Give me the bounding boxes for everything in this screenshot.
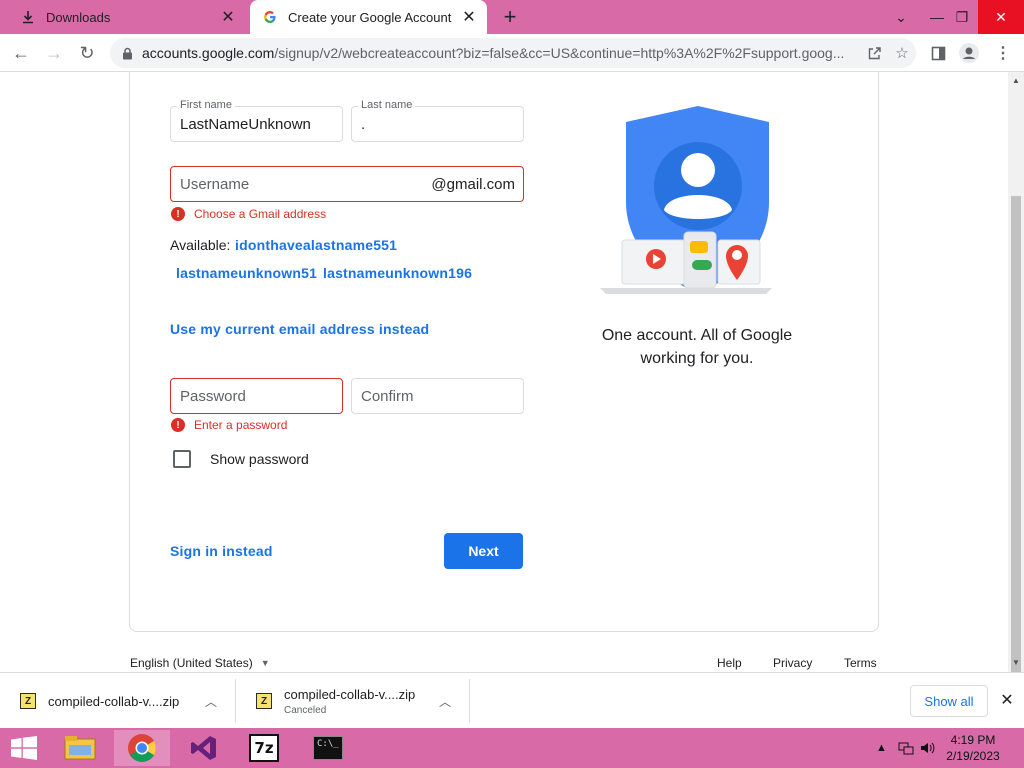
menu-kebab-icon[interactable]: ⋮: [992, 42, 1014, 64]
tab-strip: Downloads ✕ Create your Google Account ✕…: [0, 0, 1024, 34]
download-icon: [20, 9, 36, 25]
network-icon[interactable]: [898, 728, 914, 768]
error-icon: !: [171, 418, 185, 432]
volume-icon[interactable]: [920, 728, 936, 768]
download-item[interactable]: Z compiled-collab-v....zip ︿: [0, 679, 236, 723]
show-password-checkbox[interactable]: [173, 450, 191, 468]
tray-expand-icon[interactable]: ▲: [876, 728, 887, 768]
address-bar[interactable]: accounts.google.com/signup/v2/webcreatea…: [110, 38, 916, 68]
suggestion-link[interactable]: lastnameunknown51: [176, 265, 317, 281]
use-current-email-link[interactable]: Use my current email address instead: [170, 321, 429, 337]
scroll-down-icon[interactable]: ▼: [1012, 658, 1020, 667]
suggestion-link[interactable]: idonthavealastname551: [235, 237, 397, 253]
gmail-suffix: @gmail.com: [431, 175, 515, 193]
google-icon: [262, 9, 278, 25]
close-icon[interactable]: ✕: [459, 7, 479, 27]
last-name-field[interactable]: Last name .: [351, 99, 524, 142]
url-host: accounts.google.com: [142, 45, 275, 61]
language-label: English (United States): [130, 656, 253, 670]
close-icon[interactable]: ✕: [996, 689, 1018, 711]
download-status: Canceled: [284, 704, 327, 716]
account-shield-illustration: [600, 106, 772, 294]
first-name-label: First name: [177, 99, 235, 111]
username-error: ! Choose a Gmail address: [171, 207, 326, 221]
username-field[interactable]: Username @gmail.com: [170, 166, 524, 202]
show-password-label[interactable]: Show password: [210, 451, 309, 467]
zip-file-icon: Z: [256, 693, 272, 709]
profile-icon[interactable]: [958, 42, 980, 64]
username-placeholder: Username: [180, 175, 250, 193]
confirm-password-field[interactable]: Confirm: [351, 378, 524, 414]
password-error-text: Enter a password: [194, 418, 288, 432]
privacy-link[interactable]: Privacy: [773, 656, 812, 670]
download-item[interactable]: Z compiled-collab-v....zip Canceled ︿: [236, 679, 470, 723]
last-name-value: .: [361, 115, 366, 133]
side-panel-icon[interactable]: [927, 42, 949, 64]
visual-studio-icon[interactable]: [176, 730, 232, 766]
url-path: /signup/v2/webcreateaccount?biz=false&cc…: [274, 45, 845, 61]
confirm-placeholder: Confirm: [361, 387, 414, 405]
help-link[interactable]: Help: [717, 656, 742, 670]
error-icon: !: [171, 207, 185, 221]
password-error: ! Enter a password: [171, 418, 287, 432]
star-icon[interactable]: ☆: [888, 39, 916, 67]
forward-icon[interactable]: →: [41, 40, 67, 66]
browser-toolbar: ← → ↻ accounts.google.com/signup/v2/webc…: [0, 34, 1024, 72]
tab-title: Create your Google Account: [288, 9, 452, 25]
show-all-button[interactable]: Show all: [910, 685, 988, 717]
close-icon[interactable]: ✕: [218, 7, 238, 27]
tagline-line-1: One account. All of Google: [601, 327, 793, 344]
suggestion-link[interactable]: lastnameunknown196: [323, 265, 472, 281]
window-close-button[interactable]: ✕: [978, 0, 1024, 34]
tagline-line-2: working for you.: [640, 350, 754, 367]
tab-search-chevron-icon[interactable]: ⌄: [882, 0, 920, 34]
zip-file-icon: Z: [20, 693, 36, 709]
restore-icon[interactable]: ❐: [943, 0, 981, 34]
clock-date: 2/19/2023: [946, 749, 1000, 763]
download-shelf: Z compiled-collab-v....zip ︿ Z compiled-…: [0, 672, 1024, 728]
sign-in-instead-link[interactable]: Sign in instead: [170, 543, 273, 559]
scroll-up-icon[interactable]: ▲: [1012, 76, 1020, 85]
chevron-up-icon[interactable]: ︿: [205, 693, 217, 710]
system-clock[interactable]: 4:19 PM 2/19/2023: [940, 732, 1006, 764]
windows-taskbar: 7z C:\_ ▲ 4:19 PM 2/19/2023: [0, 728, 1024, 768]
caret-down-icon: ▼: [260, 658, 270, 668]
download-filename: compiled-collab-v....zip: [284, 686, 416, 702]
tab-title: Downloads: [46, 9, 111, 25]
language-selector[interactable]: English (United States) ▼: [130, 656, 270, 670]
chrome-icon[interactable]: [114, 730, 170, 766]
scrollbar-thumb[interactable]: [1011, 196, 1021, 708]
password-placeholder: Password: [180, 387, 246, 405]
tab-downloads[interactable]: Downloads ✕: [8, 0, 246, 34]
terms-link[interactable]: Terms: [844, 656, 877, 670]
clock-time: 4:19 PM: [950, 733, 996, 747]
tagline: One account. All of Google working for y…: [590, 324, 804, 370]
page-scrollbar[interactable]: ▲ ▼: [1008, 72, 1024, 708]
password-field[interactable]: Password: [170, 378, 343, 414]
reload-icon[interactable]: ↻: [74, 40, 100, 66]
page-viewport: First name LastNameUnknown Last name . U…: [0, 72, 1008, 672]
command-prompt-icon[interactable]: C:\_: [300, 730, 356, 766]
start-windows-icon[interactable]: [0, 730, 48, 766]
lock-icon[interactable]: [120, 46, 134, 60]
new-tab-button[interactable]: +: [498, 4, 522, 29]
url-text[interactable]: accounts.google.com/signup/v2/webcreatea…: [142, 45, 860, 61]
7zip-icon[interactable]: 7z: [236, 730, 292, 766]
next-button[interactable]: Next: [444, 533, 523, 569]
username-error-text: Choose a Gmail address: [194, 207, 327, 221]
back-icon[interactable]: ←: [8, 40, 34, 66]
download-filename: compiled-collab-v....zip: [48, 693, 180, 709]
first-name-value: LastNameUnknown: [180, 115, 311, 133]
chevron-up-icon[interactable]: ︿: [439, 693, 451, 710]
share-icon[interactable]: [860, 39, 888, 67]
first-name-field[interactable]: First name LastNameUnknown: [170, 99, 343, 142]
download-text: compiled-collab-v....zip Canceled: [284, 687, 415, 716]
tab-create-account[interactable]: Create your Google Account ✕: [250, 0, 487, 34]
file-explorer-icon[interactable]: [52, 730, 108, 766]
last-name-label: Last name: [358, 99, 416, 111]
available-label: Available:: [170, 237, 231, 253]
